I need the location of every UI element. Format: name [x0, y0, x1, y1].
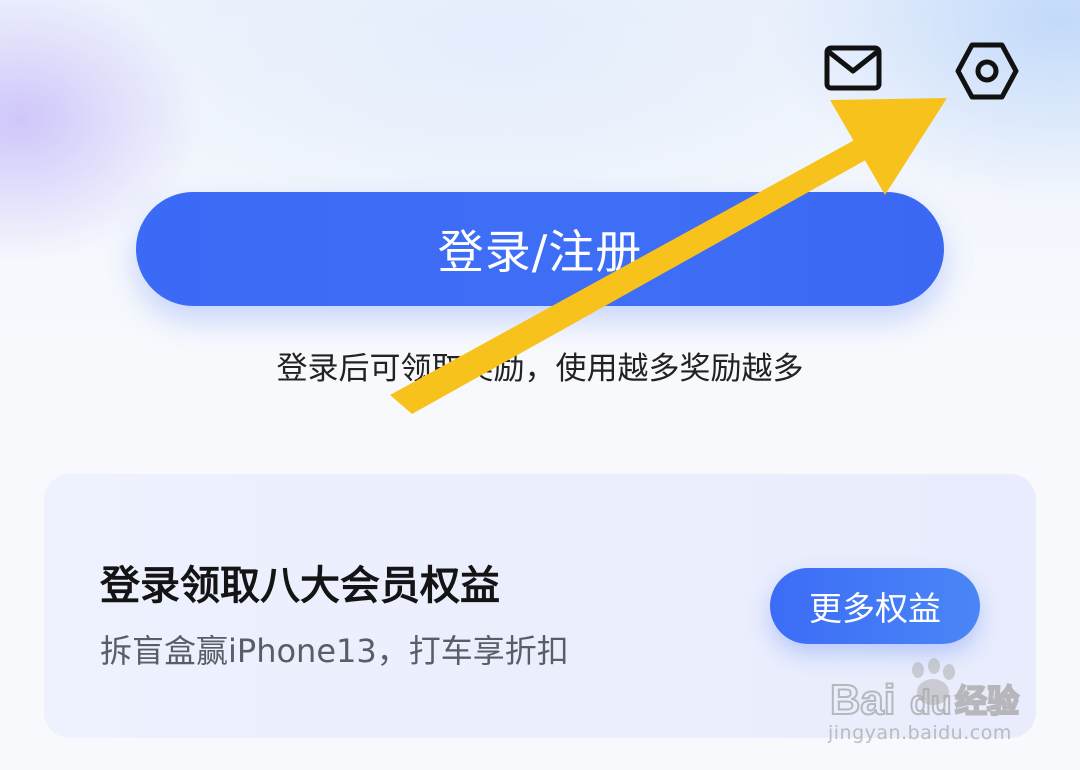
watermark-url: jingyan.baidu.com	[828, 722, 1012, 744]
settings-icon[interactable]	[952, 38, 1022, 104]
login-hint-text: 登录后可领取奖励，使用越多奖励越多	[276, 351, 804, 387]
benefits-subtitle: 拆盲盒赢iPhone13，打车享折扣	[100, 632, 569, 670]
benefits-title: 登录领取八大会员权益	[100, 563, 500, 609]
mail-icon[interactable]	[818, 40, 888, 96]
more-benefits-button[interactable]: 更多权益	[770, 568, 980, 644]
login-register-button[interactable]: 登录/注册	[136, 192, 944, 306]
